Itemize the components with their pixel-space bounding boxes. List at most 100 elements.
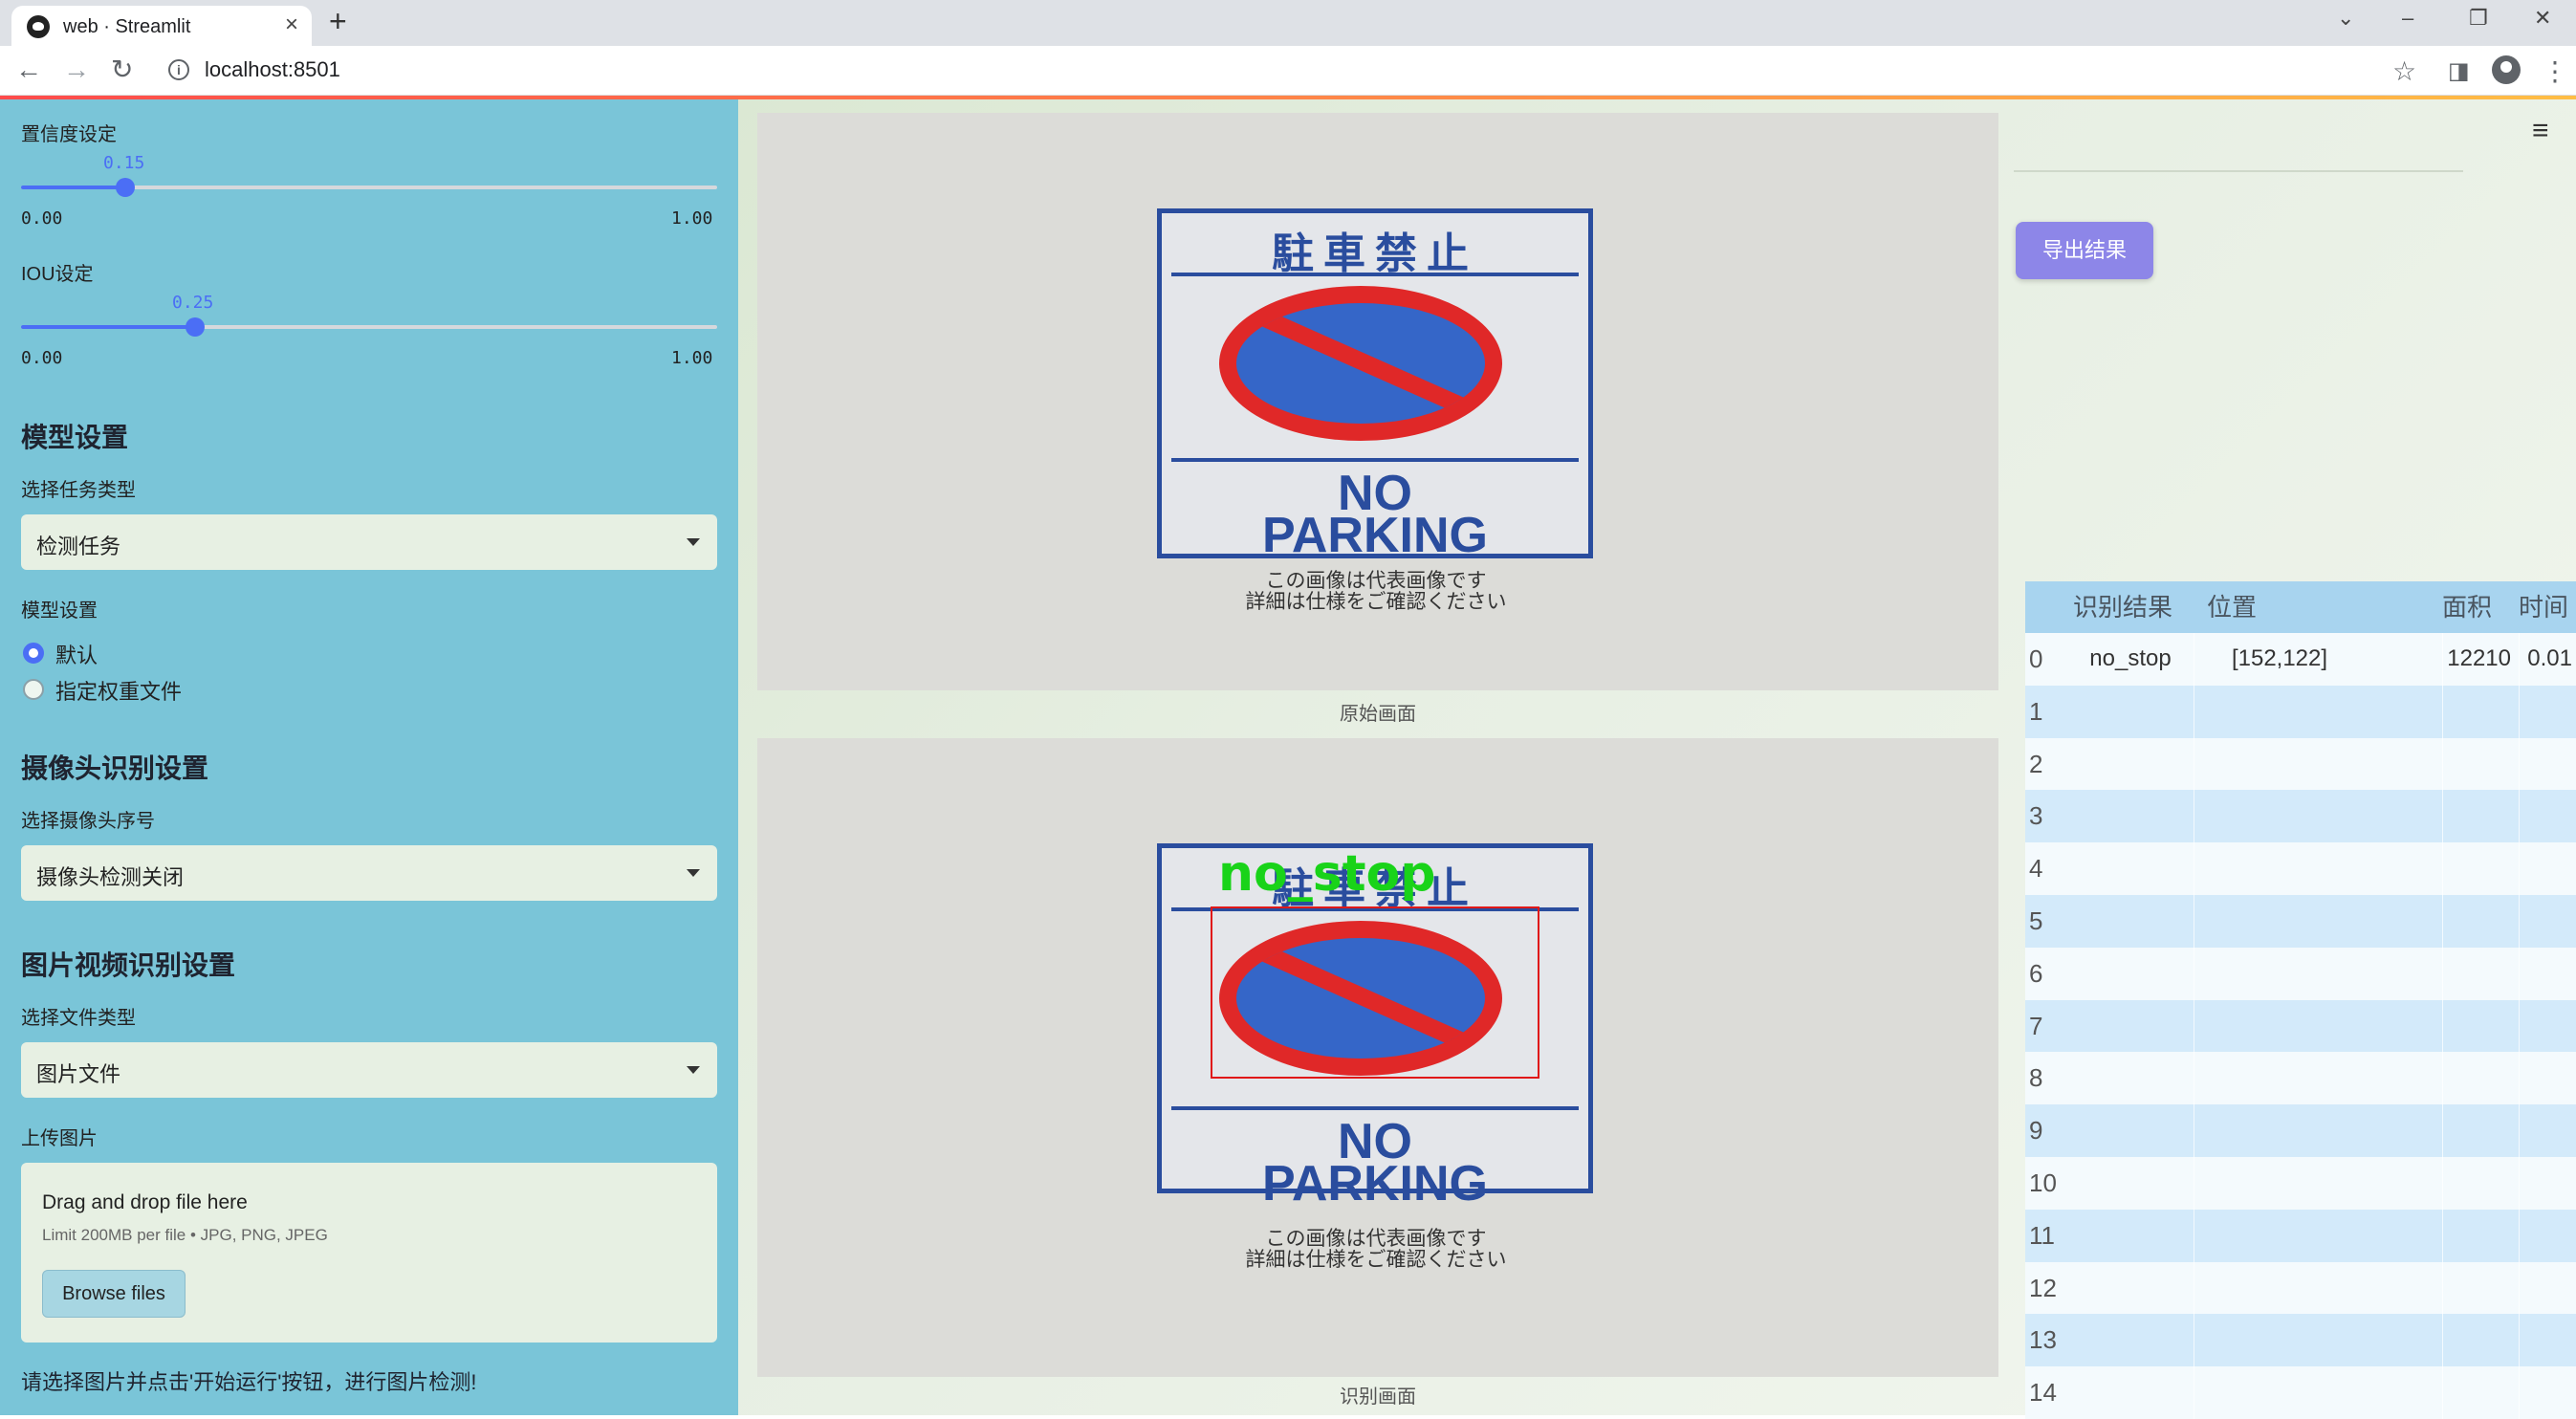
table-row[interactable]: 5 (2025, 895, 2576, 948)
column-separator (2442, 633, 2443, 686)
header-position[interactable]: 位置 (2207, 581, 2257, 633)
confidence-slider[interactable] (21, 178, 717, 197)
radio-custom-weights[interactable] (23, 679, 44, 700)
cell-time (2519, 1052, 2576, 1104)
cell-result (2067, 948, 2194, 1000)
cell-position (2194, 1000, 2366, 1053)
cell-result (2067, 790, 2194, 842)
task-type-select[interactable]: 检测任务 (21, 514, 717, 570)
cell-time: 0.01 (2527, 645, 2572, 671)
header-area[interactable]: 面积 (2442, 581, 2492, 633)
file-dropzone[interactable]: Drag and drop file here Limit 200MB per … (21, 1163, 717, 1343)
minimize-icon[interactable]: – (2402, 6, 2413, 31)
column-separator (2442, 1314, 2443, 1367)
header-time[interactable]: 时间 (2519, 581, 2568, 633)
column-separator (2442, 1052, 2443, 1105)
upload-label: 上传图片 (21, 1128, 98, 1149)
table-row[interactable]: 6 (2025, 947, 2576, 1000)
table-row[interactable]: 1 (2025, 685, 2576, 738)
cell-result (2067, 1314, 2194, 1366)
cell-result (2067, 686, 2194, 738)
table-row[interactable]: 4 (2025, 842, 2576, 895)
original-caption: 原始画面 (1340, 704, 1416, 725)
forward-icon[interactable]: → (63, 55, 90, 84)
new-tab-icon[interactable]: + (329, 4, 347, 39)
radio-default[interactable] (23, 643, 44, 664)
table-row[interactable]: 14 (2025, 1366, 2576, 1419)
column-separator (2442, 1366, 2443, 1419)
side-panel-icon[interactable]: ◨ (2448, 57, 2470, 85)
tab-search-icon[interactable]: ⌄ (2337, 6, 2354, 31)
cell-position (2194, 790, 2366, 842)
sign-divider (1171, 458, 1579, 462)
browser-toolbar: ← → ↻ i localhost:8501 ☆ ◨ ⋮ (0, 46, 2576, 96)
cell-position (2194, 842, 2366, 895)
cell-area (2442, 948, 2515, 1000)
table-row[interactable]: 8 (2025, 1052, 2576, 1105)
radio-custom-weights-label[interactable]: 指定权重文件 (55, 675, 182, 706)
browse-files-button[interactable]: Browse files (42, 1270, 186, 1318)
site-info-icon[interactable]: i (168, 59, 189, 80)
cell-area (2442, 895, 2515, 948)
reload-icon[interactable]: ↻ (111, 55, 133, 84)
cell-result (2067, 895, 2194, 948)
cell-area: 12210 (2447, 645, 2511, 671)
cell-position (2194, 1104, 2366, 1157)
media-section-heading: 图片视频识别设置 (21, 950, 236, 980)
sign-caption-line1: この画像は代表画像です (1265, 570, 1487, 592)
column-separator (2519, 1209, 2520, 1262)
export-results-button[interactable]: 导出结果 (2016, 222, 2153, 279)
table-row[interactable]: 10 (2025, 1157, 2576, 1210)
cell-result (2067, 1262, 2194, 1315)
row-index: 11 (2029, 1220, 2055, 1250)
iou-slider[interactable] (21, 317, 717, 337)
column-separator (2519, 790, 2520, 843)
column-separator (2442, 999, 2443, 1053)
column-separator (2519, 999, 2520, 1053)
column-separator (2519, 842, 2520, 895)
table-row[interactable]: 13 (2025, 1314, 2576, 1367)
profile-avatar-icon[interactable] (2492, 55, 2521, 84)
model-setting-label: 模型设置 (21, 600, 98, 622)
row-index: 10 (2029, 1168, 2057, 1197)
browser-tab[interactable]: web · Streamlit × (11, 6, 312, 46)
cell-position (2194, 1314, 2366, 1366)
confidence-value: 0.15 (103, 153, 145, 173)
dropzone-title: Drag and drop file here (42, 1191, 248, 1213)
close-tab-icon[interactable]: × (285, 11, 298, 38)
address-bar[interactable]: localhost:8501 (205, 57, 340, 82)
table-row[interactable]: 9 (2025, 1104, 2576, 1157)
column-separator (2519, 1314, 2520, 1367)
column-separator (2442, 842, 2443, 895)
cell-area (2442, 1157, 2515, 1210)
close-window-icon[interactable]: ✕ (2534, 6, 2551, 31)
cell-area (2442, 1052, 2515, 1104)
column-separator (2442, 1157, 2443, 1210)
column-separator (2519, 947, 2520, 1000)
iou-min: 0.00 (21, 348, 63, 368)
browser-menu-icon[interactable]: ⋮ (2542, 55, 2568, 87)
table-row[interactable]: 3 (2025, 790, 2576, 843)
sign-japanese-text: 駐車禁止 (1272, 229, 1478, 278)
cell-position (2194, 1157, 2366, 1210)
confidence-slider-thumb[interactable] (116, 178, 136, 197)
table-row[interactable]: 12 (2025, 1261, 2576, 1315)
back-icon[interactable]: ← (15, 55, 42, 84)
table-row[interactable]: 11 (2025, 1209, 2576, 1262)
column-separator (2442, 737, 2443, 791)
cell-result (2067, 1210, 2194, 1262)
hamburger-menu-icon[interactable]: ≡ (2532, 115, 2549, 147)
table-row[interactable]: 2 (2025, 737, 2576, 791)
table-row[interactable]: 7 (2025, 999, 2576, 1053)
radio-default-label[interactable]: 默认 (55, 639, 98, 669)
iou-slider-thumb[interactable] (186, 317, 205, 337)
file-type-select[interactable]: 图片文件 (21, 1042, 717, 1098)
cell-position (2194, 1366, 2366, 1419)
header-result[interactable]: 识别结果 (2073, 581, 2172, 633)
restore-icon[interactable]: ❐ (2469, 6, 2488, 31)
table-row[interactable]: 0 no_stop [152,122] 12210 0.01 (2025, 633, 2576, 686)
column-separator (2519, 1261, 2520, 1315)
row-index: 3 (2029, 801, 2043, 831)
bookmark-star-icon[interactable]: ☆ (2392, 55, 2416, 87)
camera-index-select[interactable]: 摄像头检测关闭 (21, 845, 717, 901)
